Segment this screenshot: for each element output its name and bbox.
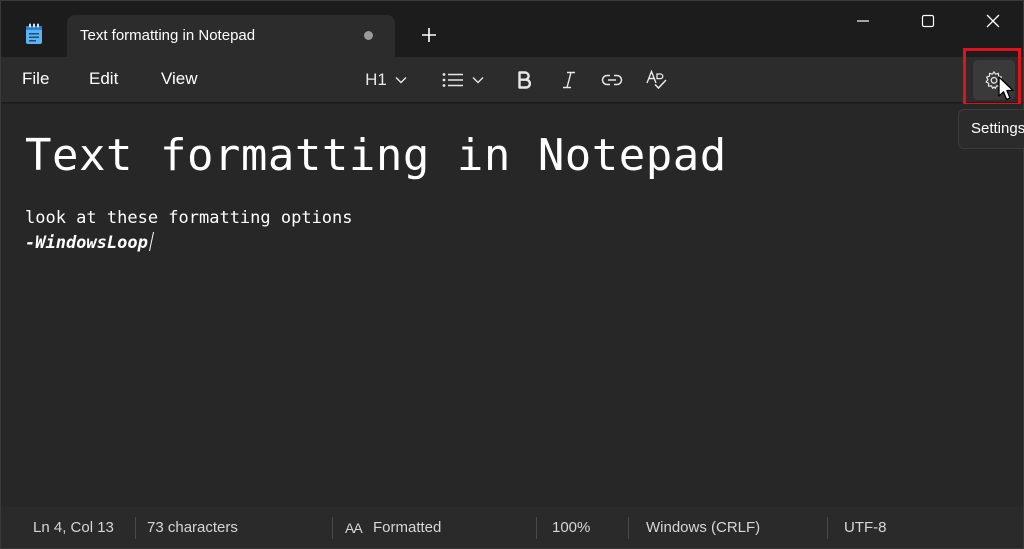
document-line-2-text: -WindowsLoop [25, 233, 148, 253]
menu-file[interactable]: File [22, 69, 49, 89]
character-count: 73 characters [147, 519, 238, 536]
status-divider [332, 517, 333, 539]
heading-dropdown[interactable]: H1 [357, 65, 415, 95]
italic-icon [563, 71, 575, 89]
settings-tooltip-text: Settings [971, 120, 1024, 137]
bold-icon [518, 71, 531, 89]
title-bar: Text formatting in Notepad [1, 1, 1023, 57]
document-line-2: -WindowsLoop [25, 232, 154, 253]
notepad-window: Text formatting in Notepad File Edit Vie… [0, 0, 1024, 549]
close-icon [986, 14, 1000, 28]
mouse-pointer-icon [998, 76, 1014, 101]
spellcheck-icon [646, 70, 667, 90]
status-divider [628, 517, 629, 539]
tab-title: Text formatting in Notepad [80, 27, 256, 44]
formatting-status[interactable]: Formatted [373, 519, 441, 536]
italic-button[interactable] [554, 65, 584, 95]
list-dropdown[interactable] [435, 65, 491, 95]
menu-bar: File Edit View H1 [1, 57, 1023, 103]
close-button[interactable] [970, 1, 1016, 41]
settings-tooltip: Settings [958, 109, 1024, 149]
notepad-app-icon [26, 23, 42, 44]
plus-icon [422, 28, 436, 42]
status-divider [536, 517, 537, 539]
status-divider [827, 517, 828, 539]
new-tab-button[interactable] [415, 21, 443, 49]
text-caret [148, 232, 154, 251]
heading-level-label: H1 [365, 70, 387, 89]
status-bar: Ln 4, Col 13 73 characters AA Formatted … [1, 507, 1023, 548]
encoding[interactable]: UTF-8 [844, 519, 887, 536]
bulleted-list-icon [442, 73, 463, 87]
tab-document[interactable]: Text formatting in Notepad [67, 15, 395, 57]
unsaved-dot-icon[interactable] [364, 31, 373, 40]
minimize-icon [857, 20, 869, 22]
minimize-button[interactable] [840, 1, 886, 41]
spellcheck-button[interactable] [641, 65, 671, 95]
maximize-icon [921, 14, 935, 28]
bold-button[interactable] [509, 65, 539, 95]
chevron-down-icon [472, 77, 484, 84]
cursor-position: Ln 4, Col 13 [33, 519, 114, 536]
menu-view[interactable]: View [161, 69, 198, 89]
status-divider [135, 517, 136, 539]
zoom-level[interactable]: 100% [552, 519, 590, 536]
document-line-1: look at these formatting options [25, 208, 353, 228]
line-endings[interactable]: Windows (CRLF) [646, 519, 760, 536]
formatting-icon[interactable]: AA [345, 520, 363, 536]
document-heading: Text formatting in Notepad [25, 130, 727, 181]
link-icon [601, 74, 623, 86]
editor-area[interactable]: Text formatting in Notepad look at these… [1, 104, 1023, 507]
menu-edit[interactable]: Edit [89, 69, 118, 89]
chevron-down-icon [395, 77, 407, 84]
link-button[interactable] [597, 65, 627, 95]
maximize-button[interactable] [905, 1, 951, 41]
